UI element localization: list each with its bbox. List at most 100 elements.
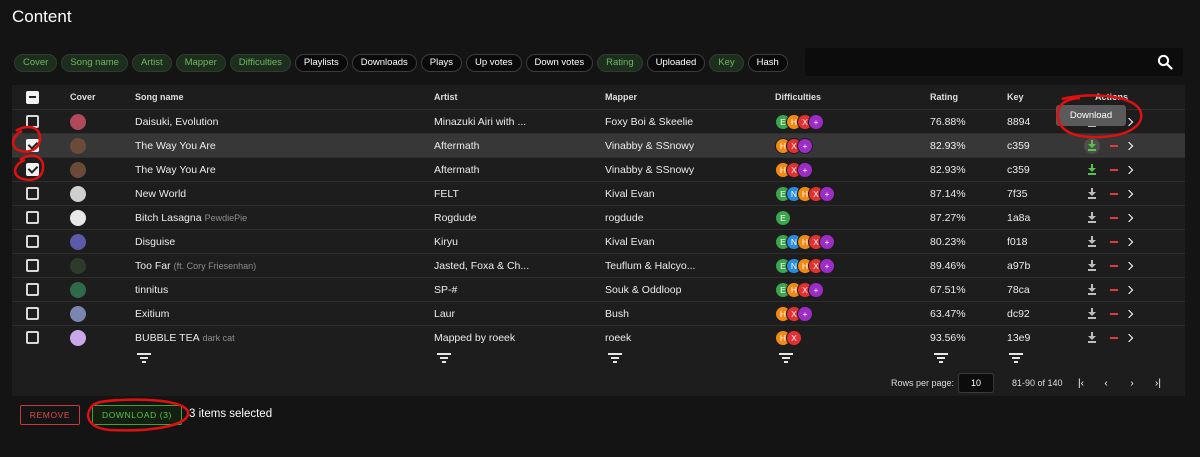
filter-icon[interactable]	[1009, 353, 1023, 363]
chevron-right-icon[interactable]	[1124, 213, 1134, 222]
difficulties: E H X +	[775, 113, 824, 130]
remove-icon[interactable]	[1110, 336, 1118, 339]
filter-icon[interactable]	[934, 353, 948, 363]
remove-icon[interactable]	[1110, 216, 1118, 219]
artist: Rogdude	[434, 211, 477, 224]
rows-per-page-select[interactable]: 10	[958, 373, 994, 393]
select-all-checkbox[interactable]	[26, 90, 39, 104]
prev-page-icon[interactable]: ‹	[1099, 376, 1113, 390]
filter-icon[interactable]	[779, 353, 793, 363]
download-icon[interactable]	[1084, 282, 1100, 298]
row-checkbox[interactable]	[26, 235, 39, 248]
column-chip[interactable]: Plays	[420, 54, 462, 72]
chevron-right-icon[interactable]	[1124, 333, 1134, 342]
table-row[interactable]: New World FELT Kival Evan E N H X + 87.14% 7…	[12, 181, 1185, 205]
rating: 87.27%	[930, 211, 966, 224]
cover-image	[70, 281, 86, 298]
row-checkbox[interactable]	[26, 187, 39, 200]
table-row[interactable]: tinnitus SP-# Souk & Oddloop E H X + 67.51%…	[12, 277, 1185, 301]
download-icon[interactable]	[1084, 137, 1100, 154]
remove-icon[interactable]	[1110, 192, 1118, 195]
row-checkbox[interactable]	[26, 139, 39, 152]
filter-icon[interactable]	[608, 353, 622, 363]
row-checkbox[interactable]	[26, 211, 39, 224]
download-icon[interactable]	[1084, 258, 1100, 274]
search-input[interactable]	[805, 48, 1183, 76]
header-artist[interactable]: Artist	[434, 85, 599, 109]
difficulty-badge: +	[819, 257, 835, 274]
rating: 89.46%	[930, 259, 966, 272]
header-song[interactable]: Song name	[135, 85, 425, 109]
chevron-right-icon[interactable]	[1124, 261, 1134, 270]
column-chip[interactable]: Song name	[61, 54, 128, 72]
column-chip[interactable]: Artist	[131, 54, 172, 72]
last-page-icon[interactable]: ›|	[1151, 376, 1165, 390]
difficulties: E N H X +	[775, 233, 835, 250]
header-difficulties[interactable]: Difficulties	[775, 85, 905, 109]
remove-icon[interactable]	[1110, 312, 1118, 315]
download-button[interactable]: DOWNLOAD (3)	[92, 405, 182, 425]
song-name: The Way You Are	[135, 163, 216, 176]
filter-icon[interactable]	[437, 353, 451, 363]
header-rating[interactable]: Rating	[930, 85, 990, 109]
column-chip[interactable]: Playlists	[294, 54, 348, 72]
row-checkbox[interactable]	[26, 283, 39, 296]
table-row[interactable]: Exitium Laur Bush H X + 63.47% dc92	[12, 301, 1185, 325]
header-mapper[interactable]: Mapper	[605, 85, 765, 109]
download-icon[interactable]	[1084, 330, 1100, 346]
table-row[interactable]: The Way You Are Aftermath Vinabby & SSno…	[12, 157, 1185, 181]
download-tooltip: Download	[1056, 105, 1126, 126]
chevron-right-icon[interactable]	[1124, 189, 1134, 198]
download-icon[interactable]	[1084, 306, 1100, 322]
table-row[interactable]: The Way You Are Aftermath Vinabby & SSno…	[12, 133, 1185, 157]
column-chip[interactable]: Down votes	[525, 54, 594, 72]
row-checkbox[interactable]	[26, 115, 39, 128]
header-cover[interactable]: Cover	[70, 85, 110, 109]
row-checkbox[interactable]	[26, 259, 39, 272]
remove-icon[interactable]	[1110, 264, 1118, 267]
column-chip[interactable]: Uploaded	[646, 54, 706, 72]
mapper: Foxy Boi & Skeelie	[605, 115, 694, 128]
table-row[interactable]: Disguise Kiryu Kival Evan E N H X + 80.23% f…	[12, 229, 1185, 253]
remove-icon[interactable]	[1110, 168, 1118, 171]
column-chip[interactable]: Hash	[747, 54, 788, 72]
column-chip[interactable]: Difficulties	[229, 54, 291, 72]
table-row[interactable]: BUBBLE TEA dark cat Mapped by roeek roeek…	[12, 325, 1185, 349]
column-chip[interactable]: Mapper	[175, 54, 226, 72]
chevron-right-icon[interactable]	[1124, 141, 1134, 150]
download-icon[interactable]	[1084, 162, 1100, 178]
column-chip[interactable]: Up votes	[466, 54, 522, 72]
filter-icon[interactable]	[137, 353, 151, 363]
column-chip[interactable]: Cover	[14, 54, 58, 72]
chevron-right-icon[interactable]	[1124, 165, 1134, 174]
artist: Laur	[434, 307, 456, 320]
next-page-icon[interactable]: ›	[1125, 376, 1139, 390]
chevron-right-icon[interactable]	[1124, 237, 1134, 246]
download-icon[interactable]	[1084, 210, 1100, 226]
remove-icon[interactable]	[1110, 144, 1118, 147]
artist: Jasted, Foxa & Ch...	[434, 259, 530, 272]
remove-icon[interactable]	[1110, 240, 1118, 243]
table-row[interactable]: Bitch Lasagna PewdiePie Rogdude rogdude E…	[12, 205, 1185, 229]
table-row[interactable]: Daisuki, Evolution Minazuki Airi with ..…	[12, 109, 1185, 133]
row-checkbox[interactable]	[26, 307, 39, 320]
chevron-right-icon[interactable]	[1124, 285, 1134, 294]
search-icon[interactable]	[1157, 54, 1173, 70]
column-chip[interactable]: Key	[709, 54, 744, 72]
header-key[interactable]: Key	[1007, 85, 1047, 109]
column-chip[interactable]: Downloads	[351, 54, 417, 72]
song-name: The Way You Are	[135, 139, 216, 152]
difficulties: E H X +	[775, 281, 824, 298]
remove-button[interactable]: REMOVE	[20, 405, 80, 425]
table-row[interactable]: Too Far (ft. Cory Friesenhan) Jasted, Fox…	[12, 253, 1185, 277]
remove-icon[interactable]	[1110, 288, 1118, 291]
download-icon[interactable]	[1084, 234, 1100, 250]
download-icon[interactable]	[1084, 186, 1100, 202]
first-page-icon[interactable]: |‹	[1074, 376, 1088, 390]
column-filters	[12, 348, 1185, 370]
column-chip[interactable]: Rating	[597, 54, 643, 72]
chevron-right-icon[interactable]	[1124, 117, 1134, 126]
chevron-right-icon[interactable]	[1124, 309, 1134, 318]
row-checkbox[interactable]	[26, 163, 39, 176]
row-checkbox[interactable]	[26, 331, 39, 344]
